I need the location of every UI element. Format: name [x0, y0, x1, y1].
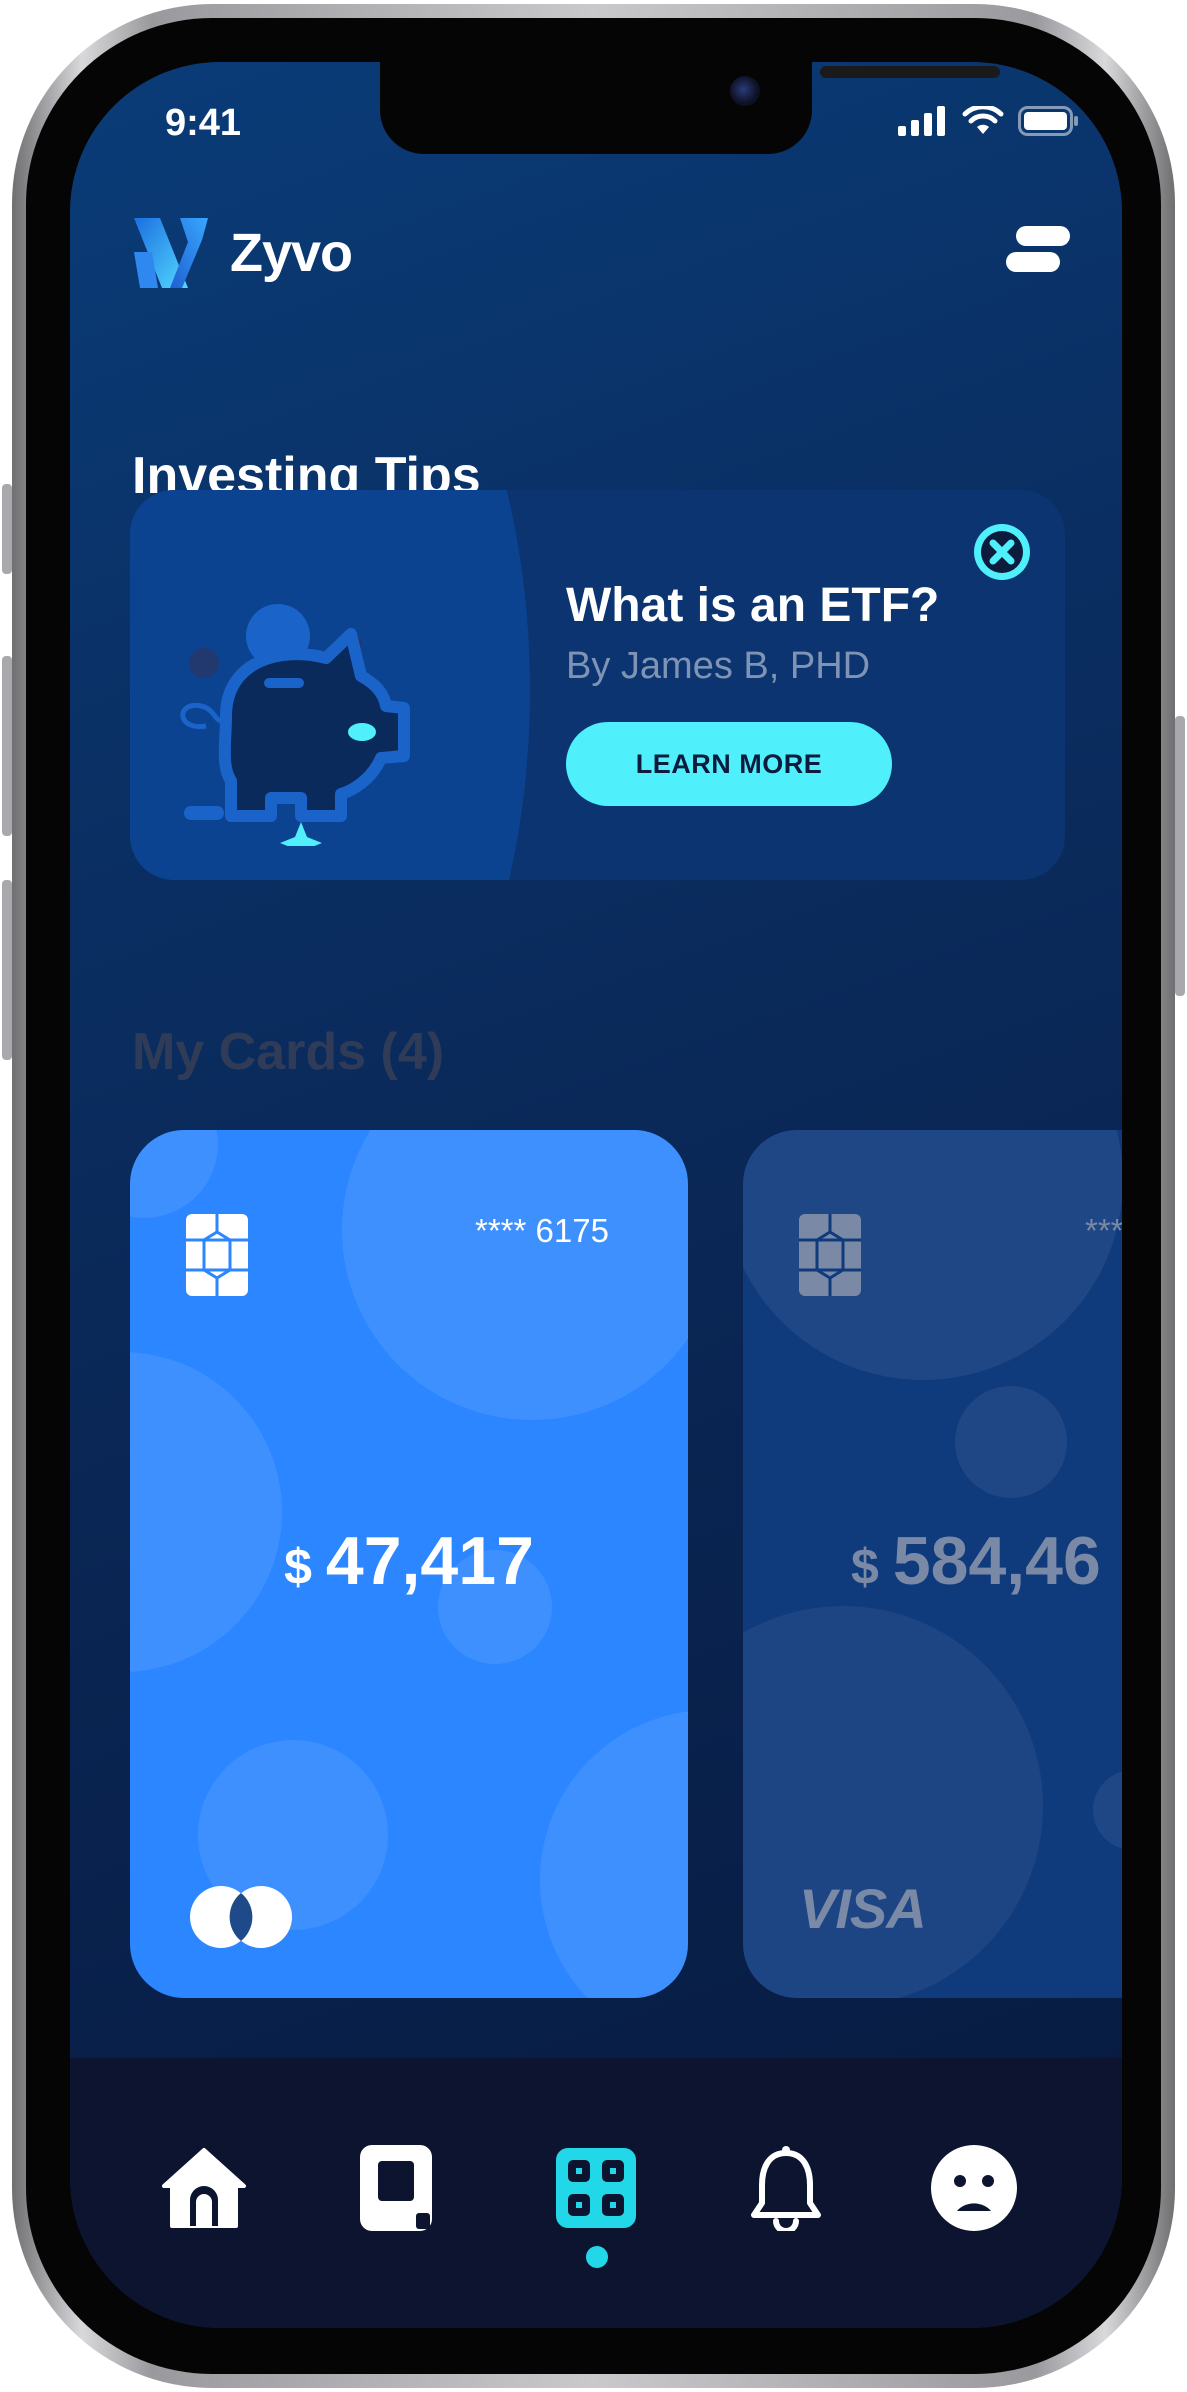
- card-item[interactable]: **** 6175 $47,417: [130, 1130, 688, 1998]
- card-decoration: [955, 1386, 1067, 1498]
- cards-section-title: My Cards (4): [132, 1023, 445, 1081]
- menu-icon: [1006, 226, 1070, 272]
- active-nav-indicator: [586, 2246, 608, 2268]
- nav-learn[interactable]: [348, 2140, 444, 2236]
- balance-value: 584,46: [892, 1523, 1101, 1599]
- currency-symbol: $: [851, 1539, 879, 1595]
- status-time: 9:41: [165, 102, 242, 144]
- piggy-bank-illustration: [180, 604, 410, 846]
- nav-dashboard[interactable]: [548, 2140, 644, 2236]
- earpiece: [820, 66, 1000, 78]
- volume-down-button: [2, 880, 12, 1060]
- card-balance: $584,46: [851, 1522, 1122, 1600]
- card-decoration: [130, 1130, 218, 1218]
- card-decoration: [1093, 1770, 1122, 1850]
- grid-icon: [556, 2148, 636, 2228]
- bell-icon: [751, 2146, 821, 2231]
- brand-logo[interactable]: Zyvo: [130, 212, 353, 294]
- card-decoration: [342, 1130, 688, 1420]
- card-item[interactable]: **** 0821 $584,46 VISA: [743, 1130, 1122, 1998]
- battery-icon: [1018, 106, 1078, 136]
- menu-button[interactable]: [1004, 224, 1072, 276]
- card-number: **** 0821: [1085, 1212, 1122, 1249]
- nav-home[interactable]: [156, 2140, 252, 2236]
- learn-more-button[interactable]: LEARN MORE: [566, 722, 892, 806]
- nav-profile[interactable]: [926, 2140, 1022, 2236]
- close-icon: [974, 524, 1030, 580]
- chip-icon: [799, 1214, 861, 1296]
- card-number: **** 6175: [475, 1212, 609, 1249]
- status-icons: [898, 106, 1080, 136]
- chip-icon: [186, 1214, 248, 1296]
- zyvo-logo-icon: [134, 218, 208, 288]
- profile-icon: [931, 2145, 1017, 2231]
- card-balance: $47,417: [130, 1522, 688, 1600]
- visa-logo: VISA: [799, 1877, 927, 1940]
- notch: [380, 62, 1000, 154]
- wifi-icon: [962, 106, 1004, 134]
- tip-card[interactable]: What is an ETF? By James B, PHD LEARN MO…: [130, 490, 1065, 880]
- tip-author: By James B, PHD: [566, 645, 871, 687]
- front-camera: [730, 76, 760, 106]
- home-icon: [162, 2148, 246, 2228]
- card-decoration: [130, 1352, 282, 1672]
- bottom-navigation: [70, 2058, 1122, 2328]
- nav-notifications[interactable]: [738, 2140, 834, 2236]
- signal-icon: [898, 106, 945, 136]
- volume-up-button: [2, 656, 12, 836]
- tip-title: What is an ETF?: [566, 579, 940, 632]
- power-button: [1175, 716, 1185, 996]
- balance-value: 47,417: [325, 1523, 534, 1599]
- book-icon: [360, 2145, 432, 2231]
- card-decoration: [540, 1710, 688, 1998]
- mastercard-logo-icon: [190, 1886, 292, 1948]
- mute-switch: [2, 484, 12, 574]
- currency-symbol: $: [284, 1539, 312, 1595]
- brand-name: Zyvo: [230, 223, 353, 283]
- close-tip-button[interactable]: [972, 522, 1032, 582]
- app-screen: 9:41 Zyvo Investing Tips What is an ETF?…: [70, 62, 1122, 2328]
